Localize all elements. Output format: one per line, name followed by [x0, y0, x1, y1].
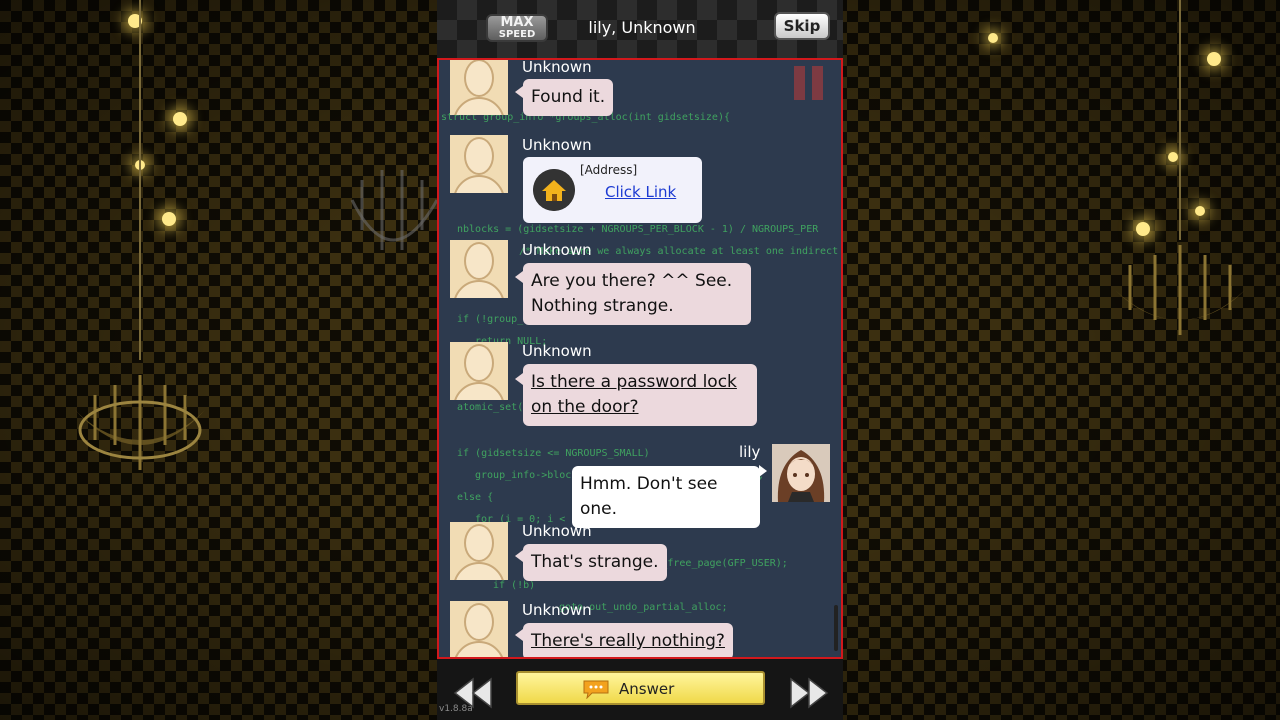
chandelier-center-left	[350, 170, 437, 250]
message-bubble: Hmm. Don't see one.	[572, 466, 760, 528]
sender-name: Unknown	[522, 136, 592, 154]
bubble-tail	[515, 86, 523, 98]
sender-name: Unknown	[522, 241, 592, 259]
avatar-unknown	[450, 135, 508, 193]
message-bubble: Found it.	[523, 79, 614, 116]
home-icon	[533, 169, 575, 211]
code-line: else {	[457, 492, 494, 503]
code-line: if (!b)	[493, 580, 536, 591]
bottom-bar: Answer v1.8.8a	[437, 659, 843, 720]
message-bubble: Are you there? ^^ See. Nothing strange.	[523, 263, 751, 325]
sender-name: Unknown	[522, 601, 592, 619]
bubble-tail	[515, 550, 523, 562]
sender-name: Unknown	[522, 58, 592, 76]
answer-label: Answer	[619, 680, 675, 698]
avatar-unknown	[450, 601, 508, 657]
max-speed-sublabel: SPEED	[498, 29, 536, 40]
bubble-tail	[515, 271, 523, 283]
chat-scrollbar[interactable]	[834, 605, 838, 651]
code-line: nblocks = (gidsetsize + NGROUPS_PER_BLOC…	[457, 224, 819, 235]
sparkle	[988, 33, 998, 43]
message-bubble: That's strange.	[523, 544, 667, 581]
message-bubble-question: There's really nothing?	[523, 623, 733, 657]
avatar-unknown	[450, 342, 508, 400]
bubble-tail	[515, 373, 523, 385]
message-line: on the door?	[531, 397, 639, 417]
sender-name: Unknown	[522, 522, 592, 540]
max-speed-button[interactable]: MAX SPEED	[486, 14, 548, 42]
bubble-tail	[759, 465, 767, 477]
bubble-tail	[515, 629, 523, 641]
avatar-lily	[772, 444, 830, 502]
message-line: Nothing strange.	[531, 296, 674, 316]
message-line: Are you there? ^^ See.	[531, 271, 733, 291]
chat-area[interactable]: struct group_info *groups_alloc(int gids…	[437, 58, 843, 659]
click-link[interactable]: Click Link	[605, 183, 676, 201]
address-link-card[interactable]: [Address] Click Link	[523, 157, 702, 223]
avatar-unknown	[450, 60, 508, 115]
max-speed-label: MAX	[500, 15, 534, 30]
chat-title: lily, Unknown	[588, 18, 696, 37]
sender-name: lily	[739, 443, 761, 461]
top-bar: MAX SPEED lily, Unknown Skip	[437, 0, 843, 58]
speech-bubble-icon	[583, 680, 609, 699]
sender-name: Unknown	[522, 342, 592, 360]
message-line: Is there a password lock	[531, 372, 737, 392]
skip-button[interactable]: Skip	[774, 12, 830, 40]
version-label: v1.8.8a	[439, 704, 473, 714]
message-bubble-question: Is there a password lock on the door?	[523, 364, 757, 426]
fast-forward-icon[interactable]	[789, 677, 829, 709]
pause-icon[interactable]	[794, 66, 826, 100]
address-label: [Address]	[580, 163, 638, 177]
avatar-unknown	[450, 522, 508, 580]
avatar-unknown	[450, 240, 508, 298]
chat-phone-panel: MAX SPEED lily, Unknown Skip struct grou…	[437, 0, 843, 720]
chandelier-right	[1115, 0, 1245, 335]
chandelier-left	[75, 0, 205, 470]
answer-button[interactable]: Answer	[516, 671, 765, 705]
code-line: if (gidsetsize <= NGROUPS_SMALL)	[457, 448, 650, 459]
